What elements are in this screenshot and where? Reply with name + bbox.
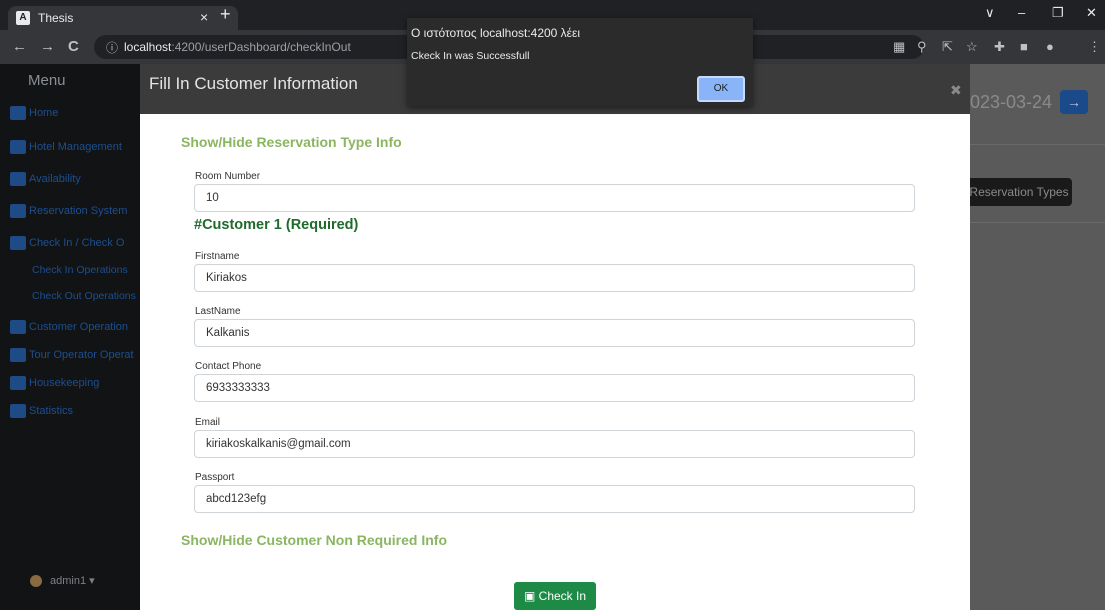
room-number-label: Room Number [195,171,261,182]
sidepanel-icon[interactable]: ■ [1020,39,1028,54]
restore-icon[interactable]: ❐ [1052,5,1064,21]
background-divider [970,144,1105,145]
browser-tab[interactable]: A Thesis × [8,6,238,30]
page-backdrop: Menu Home Hotel Management Availability … [0,64,1105,610]
url-path: :4200/userDashboard/checkInOut [171,40,351,54]
user-menu[interactable]: admin1 ▾ [30,574,95,588]
sidebar-item-hotel-management[interactable]: Hotel Management [10,140,122,154]
site-info-icon[interactable]: ⓘ [106,39,118,56]
lastname-label: LastName [195,306,241,317]
modal-title: Fill In Customer Information [149,74,358,93]
sidebar-item-statistics[interactable]: Statistics [10,404,73,418]
modal-body: Show/Hide Reservation Type Info Room Num… [140,114,970,610]
background-next-button[interactable]: → [1060,90,1088,114]
plane-icon [10,348,26,362]
luggage-icon: ▣ [523,589,536,603]
caret-down-icon: ▾ [89,575,95,587]
user-name: admin1 [50,575,87,587]
sidebar: Menu Home Hotel Management Availability … [0,64,140,610]
customer-heading: #Customer 1 (Required) [194,217,359,233]
avatar [30,575,42,588]
url-text: localhost:4200/userDashboard/checkInOut [124,40,351,54]
alert-ok-button[interactable]: OK [697,76,745,102]
firstname-input[interactable]: Kiriakos [194,264,915,292]
url-host: localhost [124,40,172,54]
window-close-icon[interactable]: ✕ [1086,5,1097,21]
sidebar-item-customer-operations[interactable]: Customer Operation [10,320,128,334]
tab-favicon-icon: A [16,11,30,25]
sidebar-subitem-check-out[interactable]: Check Out Operations [32,290,136,302]
background-divider-2 [970,222,1105,223]
alert-message: Ckeck In was Successfull [411,50,530,62]
sidebar-item-availability[interactable]: Availability [10,172,81,186]
gauge-icon [10,140,26,154]
email-label: Email [195,417,221,428]
alert-dialog: Ο ιστότοπος localhost:4200 λέει Ckeck In… [407,18,753,106]
passport-input[interactable]: abcd123efg [194,485,915,513]
tab-search-chevron-icon[interactable]: ∨ [985,5,995,21]
sidebar-item-housekeeping[interactable]: Housekeeping [10,376,99,390]
new-tab-icon[interactable]: + [220,4,231,25]
hotel-icon [10,236,26,250]
passport-label: Passport [195,472,235,483]
sidebar-item-tour-operator[interactable]: Tour Operator Operat [10,348,134,362]
bookmark-star-icon[interactable]: ☆ [966,39,978,55]
sidebar-menu-title: Menu [28,72,66,89]
share-icon[interactable]: ⇱ [942,39,953,55]
sidebar-item-reservation-system[interactable]: Reservation System [10,204,127,218]
tab-close-icon[interactable]: × [200,9,208,25]
table-icon [10,172,26,186]
reservation-type-toggle[interactable]: Show/Hide Reservation Type Info [181,134,402,150]
email-input[interactable]: kiriakoskalkanis@gmail.com [194,430,915,458]
background-date: 023-03-24 [970,92,1053,112]
broom-icon [10,376,26,390]
room-number-input[interactable]: 10 [194,184,915,212]
reload-icon[interactable]: C [68,38,79,55]
back-icon[interactable]: ← [12,38,27,55]
users-icon [10,320,26,334]
lastname-input[interactable]: Kalkanis [194,319,915,347]
sidebar-item-home[interactable]: Home [10,106,58,120]
contact-phone-input[interactable]: 6933333333 [194,374,915,402]
home-icon [10,106,26,120]
browser-menu-icon[interactable]: ⋮ [1088,39,1101,55]
chart-icon [10,404,26,418]
tab-title: Thesis [38,11,74,25]
firstname-label: Firstname [195,251,240,262]
modal-close-icon[interactable]: ✖ [950,82,962,99]
alert-title: Ο ιστότοπος localhost:4200 λέει [411,26,581,40]
check-in-button[interactable]: ▣ Check In [514,582,596,610]
calendar-icon [10,204,26,218]
minimize-icon[interactable]: – [1018,5,1025,20]
forward-icon[interactable]: → [40,38,55,55]
nonrequired-info-toggle[interactable]: Show/Hide Customer Non Required Info [181,532,447,548]
extensions-icon[interactable]: ✚ [994,39,1005,55]
sidebar-item-check-in-out[interactable]: Check In / Check O [10,236,124,250]
contact-phone-label: Contact Phone [195,361,262,372]
translate-icon[interactable]: ▦ [893,39,905,55]
background-reservation-types-button[interactable]: Reservation Types [966,178,1072,206]
zoom-icon[interactable]: ⚲ [917,39,927,55]
sidebar-subitem-check-in[interactable]: Check In Operations [32,264,128,276]
profile-icon[interactable]: ● [1046,39,1054,54]
